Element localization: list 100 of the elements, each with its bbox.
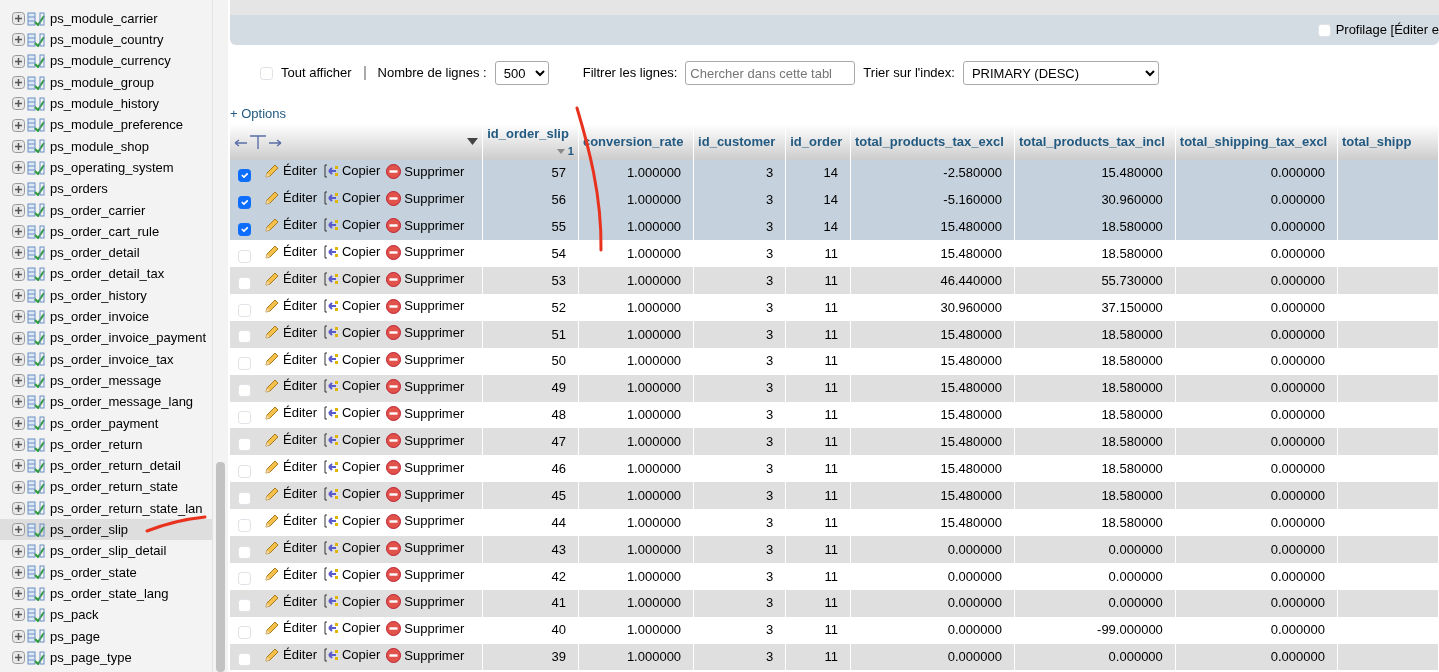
- delete-link[interactable]: Supprimer: [386, 215, 465, 236]
- edit-inline-link[interactable]: Éditer e: [1394, 20, 1439, 40]
- sidebar-item[interactable]: ps_operating_system: [0, 157, 212, 179]
- sidebar-item[interactable]: ps_order_cart_rule: [0, 220, 212, 243]
- expand-icon[interactable]: [12, 416, 25, 430]
- expand-icon[interactable]: [12, 395, 25, 409]
- edit-link[interactable]: Éditer: [264, 564, 317, 585]
- sidebar-item[interactable]: ps_module_group: [0, 71, 212, 94]
- column-header[interactable]: id_order: [785, 123, 851, 160]
- sidebar-item[interactable]: ps_order_invoice_payment: [0, 327, 212, 349]
- copy-link[interactable]: Copier: [322, 188, 381, 208]
- sidebar-item[interactable]: ps_order_state: [0, 561, 212, 583]
- expand-icon[interactable]: [12, 544, 25, 558]
- sidebar-item[interactable]: ps_order_payment: [0, 412, 212, 434]
- expand-icon[interactable]: [12, 565, 25, 579]
- sidebar-item[interactable]: ps_page_type: [0, 646, 212, 669]
- sidebar-item[interactable]: ps_module_preference: [0, 114, 212, 136]
- delete-link[interactable]: Supprimer: [386, 538, 465, 558]
- copy-link[interactable]: Copier: [322, 268, 381, 289]
- options-link[interactable]: + Options: [230, 104, 286, 124]
- delete-link[interactable]: Supprimer: [386, 350, 465, 370]
- expand-icon[interactable]: [12, 629, 25, 643]
- edit-link[interactable]: Éditer: [264, 510, 317, 531]
- expand-icon[interactable]: [12, 480, 25, 494]
- sidebar-item[interactable]: ps_order_return_state_lan: [0, 497, 212, 520]
- sidebar-item[interactable]: ps_module_carrier: [0, 8, 212, 30]
- show-all-checkbox[interactable]: [260, 66, 273, 80]
- sidebar-item[interactable]: ps_order_detail_tax: [0, 263, 212, 285]
- expand-icon[interactable]: [12, 246, 25, 260]
- expand-icon[interactable]: [12, 118, 25, 132]
- copy-link[interactable]: Copier: [322, 295, 381, 316]
- copy-link[interactable]: Copier: [322, 591, 381, 612]
- expand-icon[interactable]: [12, 374, 25, 388]
- column-header[interactable]: id_customer: [693, 123, 786, 160]
- edit-link[interactable]: Éditer: [264, 295, 317, 316]
- delete-link[interactable]: Supprimer: [386, 565, 465, 585]
- copy-link[interactable]: Copier: [322, 484, 381, 504]
- delete-link[interactable]: Supprimer: [386, 403, 465, 424]
- column-header[interactable]: total_shipp: [1337, 123, 1439, 160]
- expand-icon[interactable]: [12, 289, 25, 302]
- sidebar-item[interactable]: ps_order_return: [0, 433, 212, 456]
- sidebar-item[interactable]: ps_order_message: [0, 370, 212, 392]
- expand-icon[interactable]: [12, 33, 25, 47]
- edit-link[interactable]: Éditer: [264, 188, 317, 208]
- delete-link[interactable]: Supprimer: [386, 296, 465, 316]
- copy-link[interactable]: Copier: [322, 430, 381, 450]
- delete-link[interactable]: Supprimer: [386, 161, 465, 182]
- expand-icon[interactable]: [12, 352, 25, 366]
- expand-icon[interactable]: [12, 203, 25, 217]
- sidebar-item[interactable]: ps_module_shop: [0, 135, 212, 158]
- edit-link[interactable]: Éditer: [264, 242, 317, 262]
- expand-icon[interactable]: [12, 97, 25, 111]
- sidebar-item[interactable]: ps_order_invoice_tax: [0, 348, 212, 371]
- edit-link[interactable]: Éditer: [264, 268, 317, 289]
- column-header[interactable]: total_shipping_tax_excl: [1175, 123, 1338, 160]
- delete-link[interactable]: Supprimer: [386, 511, 465, 531]
- delete-link[interactable]: Supprimer: [386, 376, 465, 397]
- expand-icon[interactable]: [12, 12, 25, 26]
- edit-link[interactable]: Éditer: [264, 645, 317, 665]
- delete-link[interactable]: Supprimer: [386, 618, 465, 639]
- copy-link[interactable]: Copier: [322, 510, 381, 531]
- expand-icon[interactable]: [12, 438, 25, 452]
- expand-icon[interactable]: [12, 310, 25, 324]
- profiling-checkbox[interactable]: [1317, 23, 1331, 37]
- expand-icon[interactable]: [12, 331, 25, 345]
- column-header[interactable]: total_products_tax_excl: [850, 123, 1015, 160]
- copy-link[interactable]: Copier: [322, 403, 381, 423]
- expand-icon[interactable]: [12, 267, 25, 281]
- row-checkbox[interactable]: [238, 169, 251, 183]
- edit-link[interactable]: Éditer: [264, 161, 317, 181]
- expand-icon[interactable]: [12, 76, 25, 90]
- sidebar-item[interactable]: ps_module_country: [0, 29, 212, 51]
- sidebar-item[interactable]: ps_page: [0, 625, 212, 647]
- expand-icon[interactable]: [12, 139, 25, 153]
- copy-link[interactable]: Copier: [322, 376, 381, 396]
- edit-link[interactable]: Éditer: [264, 457, 317, 477]
- expand-icon[interactable]: [12, 651, 25, 665]
- expand-icon[interactable]: [12, 501, 25, 515]
- copy-link[interactable]: Copier: [322, 161, 381, 181]
- copy-link[interactable]: Copier: [322, 618, 381, 638]
- sort-index-select[interactable]: PRIMARY (DESC): [962, 61, 1159, 85]
- dropdown-caret-icon[interactable]: [467, 138, 479, 145]
- sidebar-item[interactable]: ps_order_carrier: [0, 199, 212, 221]
- sidebar-item[interactable]: ps_order_return_state: [0, 476, 212, 498]
- delete-link[interactable]: Supprimer: [386, 323, 465, 343]
- edit-link[interactable]: Éditer: [264, 403, 317, 423]
- delete-link[interactable]: Supprimer: [386, 269, 465, 289]
- edit-link[interactable]: Éditer: [264, 430, 317, 450]
- copy-link[interactable]: Copier: [322, 537, 381, 558]
- delete-link[interactable]: Supprimer: [386, 242, 465, 262]
- sidebar-item[interactable]: ps_order_state_lang: [0, 583, 212, 605]
- copy-link[interactable]: Copier: [322, 322, 381, 343]
- copy-link[interactable]: Copier: [322, 645, 381, 665]
- resize-columns-icon[interactable]: [234, 133, 282, 150]
- sidebar-item[interactable]: ps_order_invoice: [0, 306, 212, 328]
- row-checkbox[interactable]: [238, 196, 251, 209]
- sidebar-item[interactable]: ps_order_slip: [0, 519, 212, 541]
- sidebar-item[interactable]: ps_orders: [0, 178, 212, 200]
- delete-link[interactable]: Supprimer: [386, 430, 465, 451]
- expand-icon[interactable]: [12, 54, 25, 68]
